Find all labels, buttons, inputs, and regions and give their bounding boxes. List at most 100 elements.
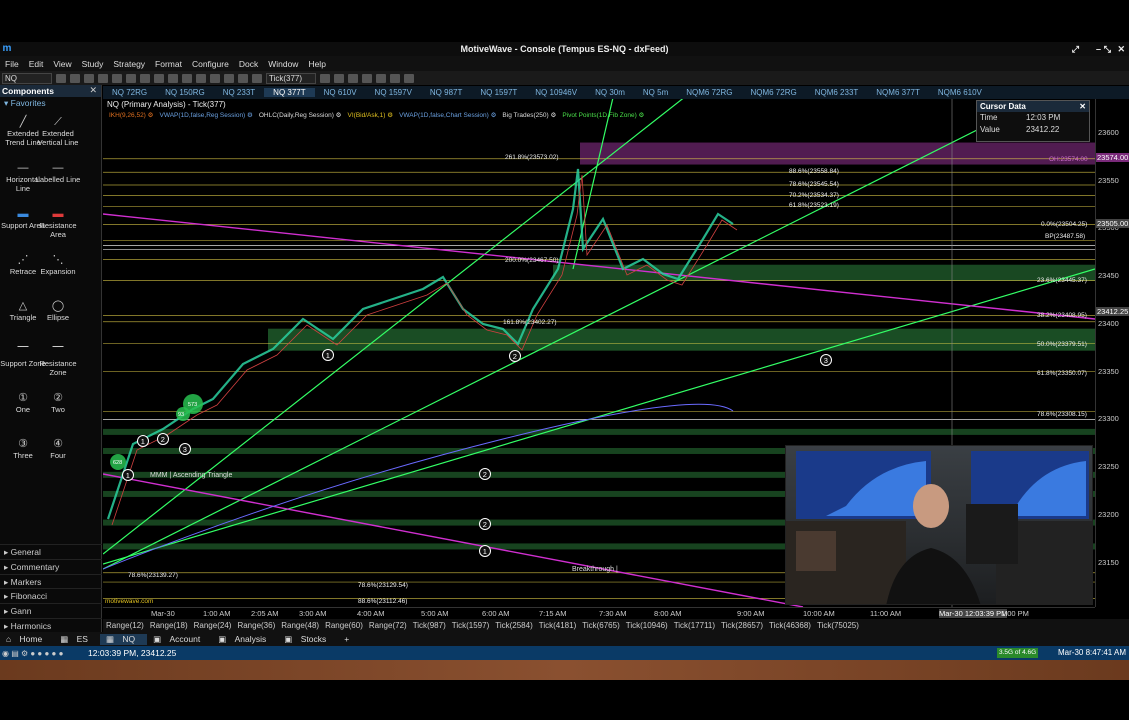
bar-size-button[interactable]: Range(18) [147,621,191,630]
bar-size-button[interactable]: Range(36) [234,621,278,630]
tool-vertical-line[interactable]: ⟋ Extended Vertical Line [35,115,81,147]
chart-tab[interactable]: NQ 987T [421,88,471,97]
chart-tab[interactable]: NQ 72RG [103,88,156,97]
menu-edit[interactable]: Edit [24,59,49,69]
bar-size-button[interactable]: Range(48) [278,621,322,630]
bar-size-button[interactable]: Tick(17711) [671,621,718,630]
tool-circle-two[interactable]: ② Two [35,391,81,414]
chart-tab[interactable]: NQ 5m [634,88,677,97]
tool-resistance-area[interactable]: ▬ Resistance Area [35,207,81,239]
category-gann[interactable]: ▸ Gann [0,603,102,618]
category-markers[interactable]: ▸ Markers [0,573,102,589]
study-icon[interactable] [334,73,344,83]
favorites-header[interactable]: ▾ Favorites [0,97,101,109]
bar-size-button[interactable]: Tick(4181) [536,621,580,630]
tab-account[interactable]: ▣ Account [147,634,212,645]
open-icon[interactable] [112,73,122,83]
zoom-in-icon[interactable] [196,73,206,83]
menu-study[interactable]: Study [77,59,109,69]
maximize-icon[interactable]: ⤡ [1104,42,1111,56]
chart-tab[interactable]: NQ 377T [264,88,315,97]
zoom-icon[interactable] [70,73,80,83]
bar-size-button[interactable]: Range(12) [103,621,147,630]
close-icon[interactable]: ✕ [1079,101,1086,112]
chart-tab[interactable]: NQ 10946V [526,88,586,97]
layout-icon[interactable] [168,73,178,83]
tool-resistance-zone[interactable]: ⎺ Resistance Zone [35,345,81,377]
undo-icon[interactable] [140,73,150,83]
category-commentary[interactable]: ▸ Commentary [0,558,102,574]
tool-ellipse[interactable]: ◯ Ellipse [35,299,81,322]
menu-strategy[interactable]: Strategy [108,59,150,69]
study-legend-item[interactable]: Pivot Points(1D,Fib Zone) ⚙ [562,111,644,119]
chart-tab[interactable]: NQM6 610V [929,88,991,97]
chart-tab[interactable]: NQ 30m [586,88,634,97]
bar-size-button[interactable]: Tick(46368) [766,621,814,630]
chart-tab[interactable]: NQM6 233T [806,88,868,97]
bar-type-select[interactable]: Tick(377) [266,72,316,84]
crosshair-icon[interactable] [224,73,234,83]
study-legend-item[interactable]: VWAP(1D,false,Reg Session) ⚙ [159,111,252,119]
bar-size-button[interactable]: Tick(6765) [579,621,623,630]
tab-stocks[interactable]: ▣ Stocks [278,634,338,645]
symbol-select[interactable]: NQ [2,72,52,84]
more-icon[interactable] [404,73,414,83]
chart-tab[interactable]: NQ 150RG [156,88,214,97]
chart-tab[interactable]: NQ 233T [214,88,264,97]
bars-icon[interactable] [238,73,248,83]
study-legend-item[interactable]: IKH(9,26,52) ⚙ [109,111,153,119]
close-icon[interactable]: ✕ [1117,42,1125,56]
study-legend-item[interactable]: Big Trades(250) ⚙ [502,111,556,119]
fullscreen-icon[interactable]: ⤢ [1072,42,1079,56]
draw-icon[interactable] [252,73,262,83]
print-icon[interactable] [98,73,108,83]
menu-help[interactable]: Help [303,59,330,69]
price-axis[interactable]: 23600 23550 23500 23450 23400 23350 23300 23250… [1095,99,1129,607]
pattern-icon[interactable] [362,73,372,83]
color-icon[interactable] [376,73,386,83]
tool-labelled-line[interactable]: — Labelled Line [35,161,81,184]
tool-circle-four[interactable]: ④ Four [35,437,81,460]
menu-view[interactable]: View [48,59,76,69]
chart-tab[interactable]: NQM6 377T [867,88,929,97]
minimize-icon[interactable]: – [1096,42,1101,56]
tab-home[interactable]: ⌂ Home [0,634,54,644]
study-legend-item[interactable]: VI(Bid/Ask,1) ⚙ [348,111,394,119]
category-harmonics[interactable]: ▸ Harmonics [0,617,102,633]
bar-size-button[interactable]: Range(60) [322,621,366,630]
chart-tab[interactable]: NQ 1597V [366,88,421,97]
compare-icon[interactable] [348,73,358,83]
time-axis[interactable]: Mar-30 1:00 AM 2:05 AM 3:00 AM 4:00 AM 5:00 A… [103,607,1095,619]
save-icon[interactable] [84,73,94,83]
close-panel-icon[interactable]: ✕ [89,85,97,96]
menu-format[interactable]: Format [150,59,187,69]
settings-icon[interactable] [182,73,192,83]
bar-size-button[interactable]: Tick(10946) [623,621,671,630]
camera-icon[interactable] [126,73,136,83]
tab-es[interactable]: ▦ ES [54,634,100,645]
tool-expansion[interactable]: ⋱ Expansion [35,253,81,276]
chart-tab[interactable]: NQ 610V [315,88,366,97]
tab-nq[interactable]: ▦ NQ [99,633,148,645]
chart-tab[interactable]: NQ 1597T [471,88,526,97]
study-legend-item[interactable]: OHLC(Daily,Reg Session) ⚙ [259,111,342,119]
menu-file[interactable]: File [0,59,24,69]
bar-size-button[interactable]: Tick(28657) [718,621,766,630]
category-general[interactable]: ▸ General [0,544,102,559]
bar-size-button[interactable]: Tick(987) [410,621,449,630]
tab-analysis[interactable]: ▣ Analysis [212,634,278,645]
zoom-out-icon[interactable] [210,73,220,83]
menu-configure[interactable]: Configure [187,59,234,69]
add-tab-icon[interactable]: + [338,634,355,644]
chart-type-icon[interactable] [320,73,330,83]
bar-size-button[interactable]: Range(72) [366,621,410,630]
bar-size-button[interactable]: Tick(1597) [449,621,493,630]
menu-dock[interactable]: Dock [234,59,263,69]
category-fibonacci[interactable]: ▸ Fibonacci [0,588,102,603]
chart-tab[interactable]: NQM6 72RG [677,88,741,97]
search-icon[interactable] [56,73,66,83]
bar-size-button[interactable]: Range(24) [191,621,235,630]
study-legend-item[interactable]: VWAP(1D,false,Chart Session) ⚙ [399,111,496,119]
bar-size-button[interactable]: Tick(75025) [814,621,862,630]
bar-size-button[interactable]: Tick(2584) [492,621,536,630]
